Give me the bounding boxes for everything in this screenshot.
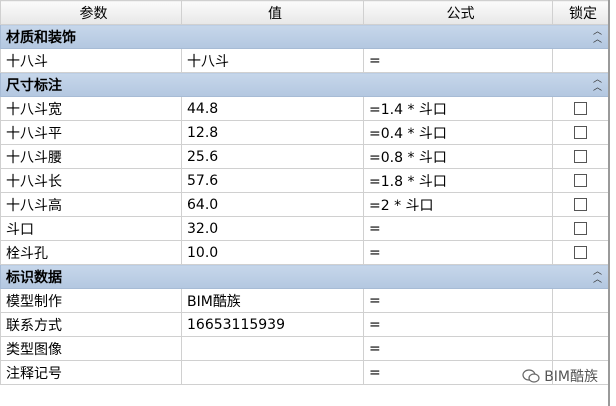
- param-formula[interactable]: =0.4 * 斗口: [363, 120, 553, 145]
- type-parameters-table: 参数 值 公式 锁定 材质和装饰 ︿ ︿ 十八斗 十八斗 = 尺寸标注 ︿ ︿ 十八…: [0, 0, 609, 385]
- wechat-icon: [522, 368, 540, 384]
- lock-checkbox[interactable]: [574, 126, 587, 139]
- watermark: BIM酷族: [522, 366, 598, 386]
- table-row: 十八斗宽 44.8 =1.4 * 斗口: [0, 96, 609, 121]
- group-title: 材质和装饰: [6, 29, 76, 46]
- lock-cell: [552, 144, 609, 169]
- group-title: 标识数据: [6, 269, 62, 286]
- lock-cell: [552, 168, 609, 193]
- lock-cell: [552, 336, 609, 361]
- param-formula[interactable]: =: [363, 336, 553, 361]
- scrollbar-edge[interactable]: [608, 0, 610, 406]
- param-value[interactable]: 12.8: [181, 120, 364, 145]
- collapse-icon[interactable]: ︿ ︿: [593, 268, 602, 285]
- param-value[interactable]: 16653115939: [181, 312, 364, 337]
- param-value[interactable]: 57.6: [181, 168, 364, 193]
- column-header-param[interactable]: 参数: [0, 0, 182, 25]
- param-name: 栓斗孔: [0, 240, 182, 265]
- param-value[interactable]: 十八斗: [181, 48, 364, 73]
- param-value[interactable]: [181, 360, 364, 385]
- group-header-material[interactable]: 材质和装饰 ︿ ︿: [0, 24, 609, 49]
- param-value[interactable]: 32.0: [181, 216, 364, 241]
- table-row: 类型图像 =: [0, 336, 609, 361]
- lock-checkbox[interactable]: [574, 246, 587, 259]
- param-formula[interactable]: =2 * 斗口: [363, 192, 553, 217]
- table-row: 栓斗孔 10.0 =: [0, 240, 609, 265]
- param-name: 类型图像: [0, 336, 182, 361]
- lock-cell: [552, 192, 609, 217]
- lock-cell: [552, 312, 609, 337]
- param-formula[interactable]: =1.8 * 斗口: [363, 168, 553, 193]
- lock-checkbox[interactable]: [574, 150, 587, 163]
- param-value[interactable]: BIM酷族: [181, 288, 364, 313]
- param-name: 十八斗长: [0, 168, 182, 193]
- lock-cell: [552, 48, 609, 73]
- param-formula[interactable]: =: [363, 240, 553, 265]
- param-value[interactable]: 25.6: [181, 144, 364, 169]
- header-row: 参数 值 公式 锁定: [0, 0, 609, 25]
- table-row: 斗口 32.0 =: [0, 216, 609, 241]
- lock-cell: [552, 216, 609, 241]
- param-name: 十八斗高: [0, 192, 182, 217]
- param-name: 斗口: [0, 216, 182, 241]
- param-value[interactable]: [181, 336, 364, 361]
- column-header-value[interactable]: 值: [181, 0, 364, 25]
- param-name: 模型制作: [0, 288, 182, 313]
- param-value[interactable]: 64.0: [181, 192, 364, 217]
- param-name: 联系方式: [0, 312, 182, 337]
- table-row: 十八斗平 12.8 =0.4 * 斗口: [0, 120, 609, 145]
- lock-checkbox[interactable]: [574, 102, 587, 115]
- lock-checkbox[interactable]: [574, 174, 587, 187]
- param-name: 十八斗: [0, 48, 182, 73]
- column-header-formula[interactable]: 公式: [363, 0, 553, 25]
- watermark-text: BIM酷族: [544, 369, 598, 385]
- table-row: 模型制作 BIM酷族 =: [0, 288, 609, 313]
- table-row: 十八斗长 57.6 =1.8 * 斗口: [0, 168, 609, 193]
- lock-cell: [552, 240, 609, 265]
- param-formula[interactable]: =0.8 * 斗口: [363, 144, 553, 169]
- table-row: 十八斗腰 25.6 =0.8 * 斗口: [0, 144, 609, 169]
- param-name: 十八斗平: [0, 120, 182, 145]
- param-name: 十八斗腰: [0, 144, 182, 169]
- table-row: 注释记号 =: [0, 360, 609, 385]
- param-formula[interactable]: =: [363, 312, 553, 337]
- lock-checkbox[interactable]: [574, 222, 587, 235]
- table-row: 联系方式 16653115939 =: [0, 312, 609, 337]
- param-formula[interactable]: =1.4 * 斗口: [363, 96, 553, 121]
- param-formula[interactable]: =: [363, 48, 553, 73]
- column-header-lock[interactable]: 锁定: [552, 0, 609, 25]
- param-value[interactable]: 10.0: [181, 240, 364, 265]
- lock-cell: [552, 120, 609, 145]
- param-formula[interactable]: =: [363, 288, 553, 313]
- param-name: 十八斗宽: [0, 96, 182, 121]
- lock-checkbox[interactable]: [574, 198, 587, 211]
- param-formula[interactable]: =: [363, 216, 553, 241]
- group-header-identity[interactable]: 标识数据 ︿ ︿: [0, 264, 609, 289]
- param-name: 注释记号: [0, 360, 182, 385]
- lock-cell: [552, 288, 609, 313]
- param-value[interactable]: 44.8: [181, 96, 364, 121]
- collapse-icon[interactable]: ︿ ︿: [593, 76, 602, 93]
- group-title: 尺寸标注: [6, 77, 62, 94]
- table-row: 十八斗高 64.0 =2 * 斗口: [0, 192, 609, 217]
- collapse-icon[interactable]: ︿ ︿: [593, 28, 602, 45]
- lock-cell: [552, 96, 609, 121]
- group-header-dimensions[interactable]: 尺寸标注 ︿ ︿: [0, 72, 609, 97]
- table-row: 十八斗 十八斗 =: [0, 48, 609, 73]
